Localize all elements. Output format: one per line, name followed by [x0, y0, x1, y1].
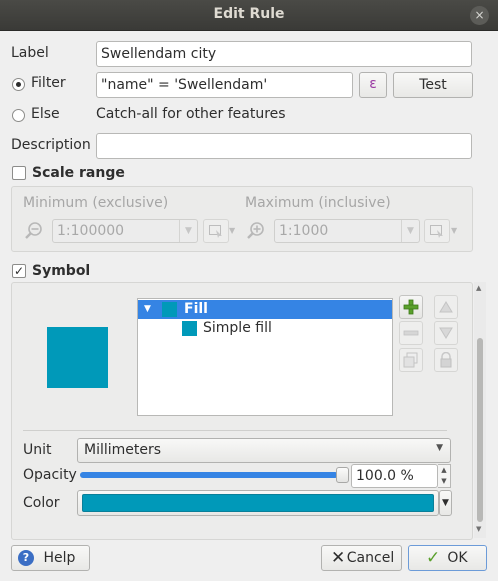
checkmark-icon: ✓ [426, 548, 441, 568]
else-description: Catch-all for other features [96, 106, 286, 122]
color-button[interactable] [77, 490, 439, 516]
filter-expression-input[interactable]: "name" = 'Swellendam' [96, 72, 353, 98]
remove-layer-icon[interactable] [399, 321, 423, 345]
fill-swatch-icon [162, 302, 177, 317]
expression-builder-button[interactable]: ε [359, 72, 387, 98]
opacity-slider-handle[interactable] [336, 467, 349, 483]
opacity-stepper[interactable]: ▲ ▼ [438, 464, 451, 488]
symbol-caption: Symbol [32, 263, 91, 279]
duplicate-layer-icon[interactable] [399, 348, 423, 372]
color-menu-icon[interactable]: ▼ [439, 490, 452, 516]
lock-layer-icon[interactable] [434, 348, 458, 372]
scale-range-checkbox[interactable] [12, 166, 26, 180]
help-button[interactable]: ? Help [11, 545, 90, 571]
ok-button[interactable]: ✓ OK [408, 545, 487, 571]
separator [23, 430, 447, 431]
color-caption: Color [23, 495, 60, 511]
symbol-preview [47, 327, 108, 388]
spin-up-icon[interactable]: ▲ [438, 465, 450, 476]
unit-select[interactable]: Millimeters ▼ [77, 438, 451, 463]
simple-fill-swatch-icon [182, 321, 197, 336]
tree-item-fill[interactable]: ▼ Fill [138, 300, 392, 319]
scroll-up-icon[interactable]: ▲ [476, 284, 481, 292]
tree-item-simple-fill-label: Simple fill [203, 320, 272, 336]
move-down-icon[interactable] [434, 321, 458, 345]
else-radio[interactable] [12, 109, 25, 122]
cancel-icon: ✕ [331, 548, 346, 568]
minimum-scale-caption: Minimum (exclusive) [23, 195, 169, 211]
maximum-scale-menu-icon[interactable]: ▼ [451, 219, 461, 243]
symbol-scrollbar[interactable]: ▲ ▼ [474, 282, 486, 538]
unit-select-value: Millimeters [84, 442, 162, 458]
help-label: Help [43, 550, 76, 566]
minimum-scale-value: 1:100000 [57, 223, 125, 239]
maximum-scale-dropdown-icon[interactable]: ▼ [401, 220, 419, 242]
opacity-slider-fill [80, 472, 338, 478]
spin-down-icon[interactable]: ▼ [438, 476, 450, 487]
test-button[interactable]: Test [393, 72, 473, 98]
add-layer-icon[interactable] [399, 295, 423, 319]
scroll-down-icon[interactable]: ▼ [476, 525, 481, 533]
symbol-checkbox[interactable]: ✓ [12, 264, 26, 278]
description-caption: Description [11, 137, 91, 153]
filter-radio[interactable] [12, 78, 25, 91]
tree-item-simple-fill[interactable]: Simple fill [138, 319, 392, 338]
label-caption: Label [11, 45, 49, 61]
symbol-layer-tree[interactable]: ▼ Fill Simple fill [137, 298, 393, 416]
maximum-set-current-scale-icon[interactable] [424, 219, 450, 243]
opacity-caption: Opacity [23, 467, 77, 483]
window-title: Edit Rule [213, 6, 285, 22]
description-input[interactable] [96, 133, 472, 159]
cancel-label: Cancel [346, 550, 395, 566]
minimum-scale-input[interactable]: 1:100000 [52, 219, 198, 243]
color-swatch [82, 494, 434, 512]
scale-range-caption: Scale range [32, 165, 125, 181]
move-up-icon[interactable] [434, 295, 458, 319]
filter-caption: Filter [31, 75, 66, 91]
opacity-spinbox[interactable]: 100.0 % [351, 464, 438, 488]
unit-caption: Unit [23, 442, 52, 458]
minimum-scale-menu-icon[interactable]: ▼ [229, 219, 239, 243]
maximum-scale-input[interactable]: 1:1000 [274, 219, 420, 243]
label-input[interactable]: Swellendam city [96, 41, 472, 67]
scrollbar-thumb[interactable] [477, 338, 483, 522]
maximum-scale-caption: Maximum (inclusive) [245, 195, 391, 211]
maximum-scale-value: 1:1000 [279, 223, 329, 239]
zoom-out-icon [23, 220, 45, 242]
help-icon: ? [18, 550, 34, 566]
ok-label: OK [447, 550, 468, 566]
close-icon[interactable]: × [470, 6, 489, 25]
cancel-button[interactable]: ✕ Cancel [321, 545, 402, 571]
tree-item-fill-label: Fill [184, 301, 208, 317]
collapse-arrow-icon[interactable]: ▼ [144, 300, 151, 319]
zoom-in-icon [245, 220, 267, 242]
opacity-slider[interactable] [80, 471, 344, 479]
minimum-set-current-scale-icon[interactable] [203, 219, 229, 243]
else-caption: Else [31, 106, 60, 122]
minimum-scale-dropdown-icon[interactable]: ▼ [179, 220, 197, 242]
unit-chevron-down-icon: ▼ [436, 443, 443, 453]
title-bar: Edit Rule × [0, 0, 498, 31]
